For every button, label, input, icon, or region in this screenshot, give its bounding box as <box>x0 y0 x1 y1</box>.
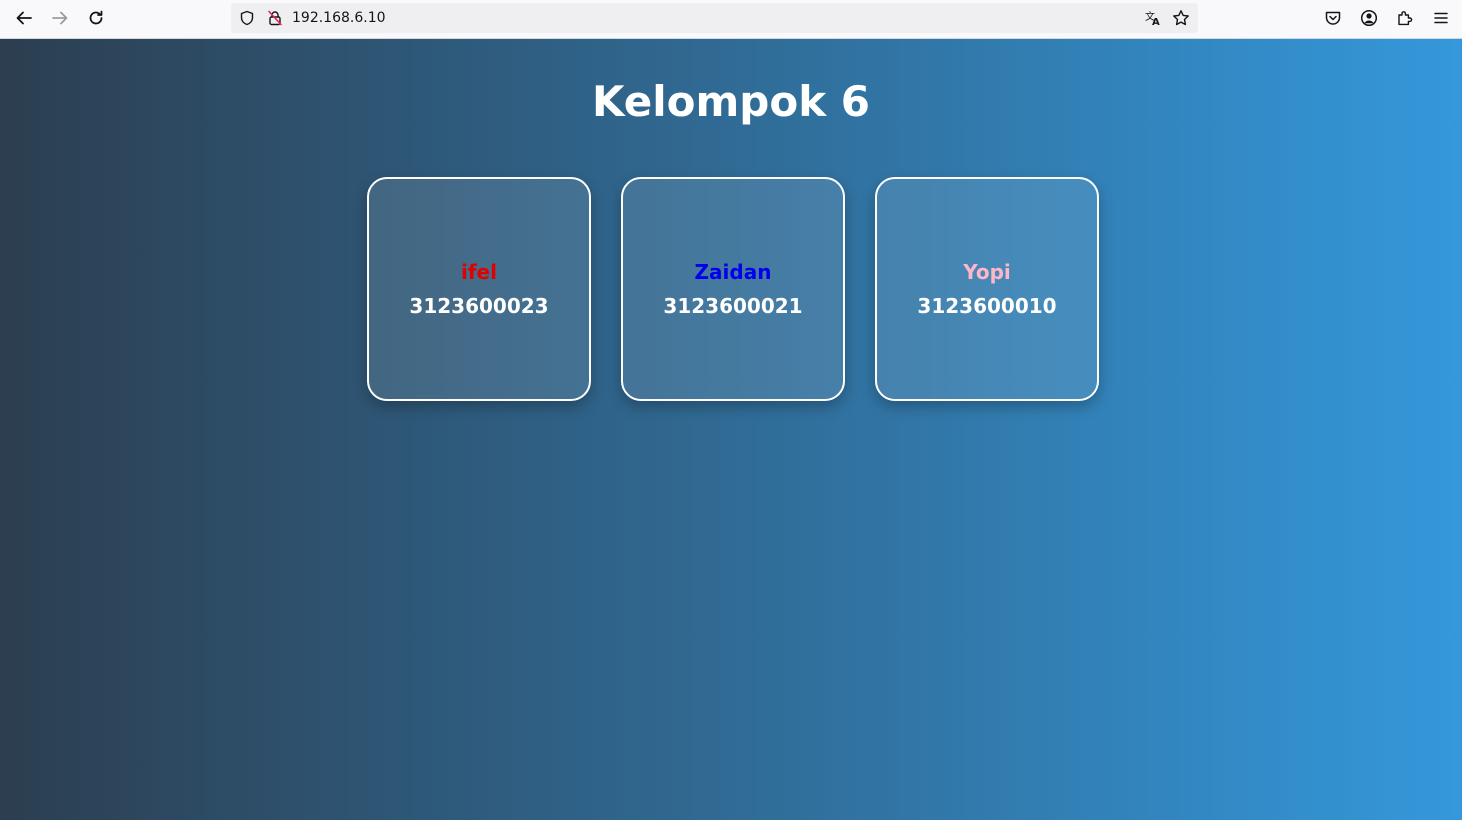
reload-icon <box>87 9 105 27</box>
star-icon[interactable] <box>1172 9 1190 27</box>
address-bar[interactable]: 192.168.6.10 文A <box>231 3 1198 33</box>
member-nim: 3123600010 <box>917 294 1057 318</box>
page-body: Kelompok 6 ifel 3123600023 Zaidan 312360… <box>0 39 1462 820</box>
extensions-button[interactable] <box>1392 5 1418 31</box>
member-name: Zaidan <box>694 260 772 284</box>
url-text[interactable]: 192.168.6.10 <box>292 9 386 27</box>
back-arrow-icon <box>15 9 33 27</box>
svg-text:A: A <box>1152 17 1160 27</box>
insecure-lock-icon[interactable] <box>266 9 284 27</box>
member-card-zaidan: Zaidan 3123600021 <box>621 177 845 401</box>
browser-toolbar: 192.168.6.10 文A <box>0 0 1462 39</box>
forward-arrow-icon <box>51 9 69 27</box>
account-button[interactable] <box>1356 5 1382 31</box>
member-card-ifel: ifel 3123600023 <box>367 177 591 401</box>
member-name: ifel <box>461 260 497 284</box>
translate-icon[interactable]: 文A <box>1144 9 1162 27</box>
shield-icon[interactable] <box>238 9 256 27</box>
member-nim: 3123600023 <box>409 294 549 318</box>
pocket-icon <box>1324 9 1342 27</box>
member-name: Yopi <box>963 260 1011 284</box>
member-card-yopi: Yopi 3123600010 <box>875 177 1099 401</box>
member-nim: 3123600021 <box>663 294 803 318</box>
member-cards: ifel 3123600023 Zaidan 3123600021 Yopi 3… <box>367 177 1099 401</box>
forward-button[interactable] <box>47 5 73 31</box>
hamburger-menu-icon <box>1432 9 1450 27</box>
page-title: Kelompok 6 <box>591 77 870 126</box>
puzzle-icon <box>1396 9 1414 27</box>
reload-button[interactable] <box>83 5 109 31</box>
menu-button[interactable] <box>1428 5 1454 31</box>
account-icon <box>1360 9 1378 27</box>
pocket-button[interactable] <box>1320 5 1346 31</box>
back-button[interactable] <box>11 5 37 31</box>
